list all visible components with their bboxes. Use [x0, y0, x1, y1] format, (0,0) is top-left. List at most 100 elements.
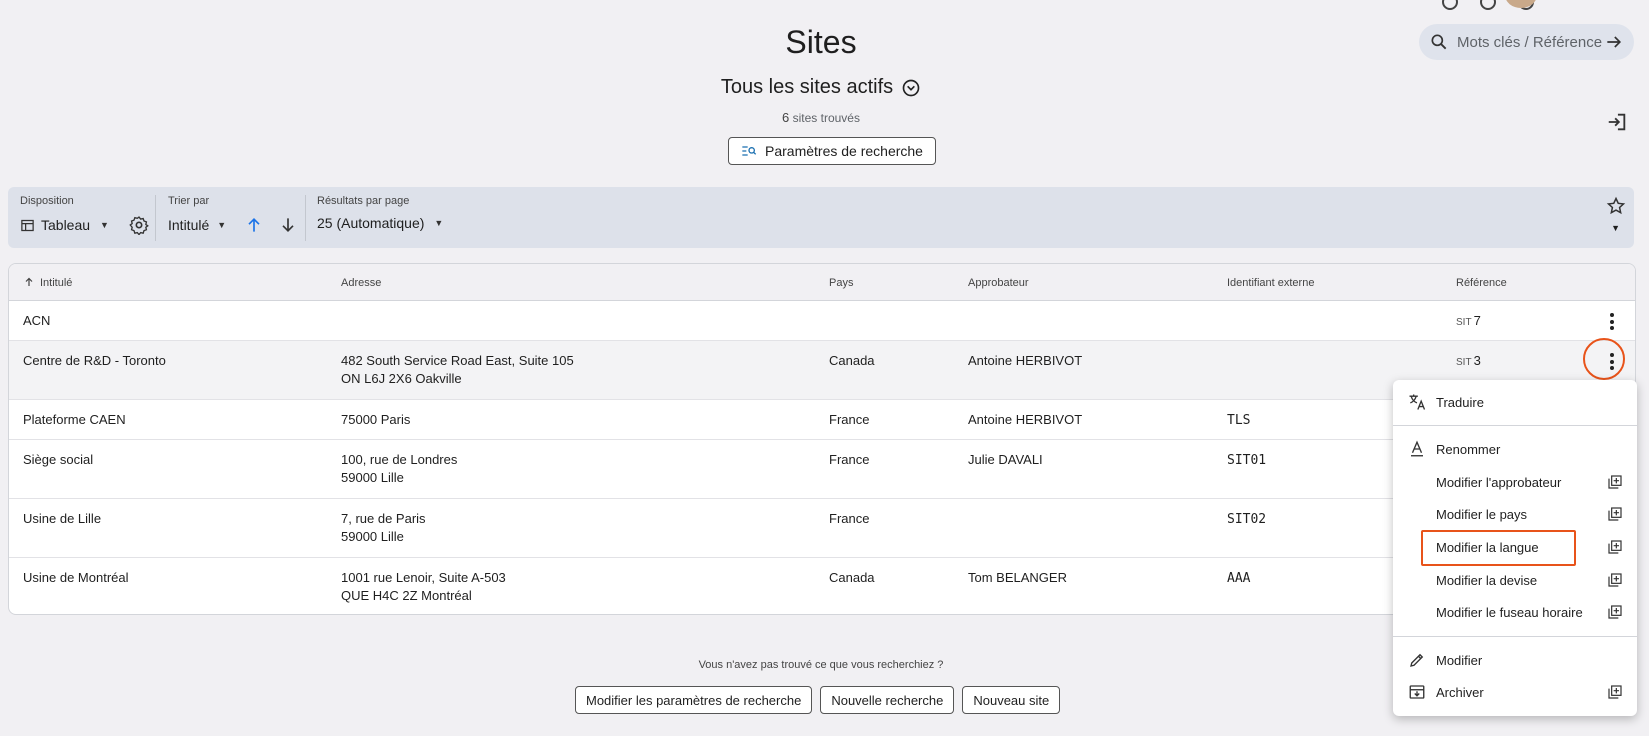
caret-down-icon: ▼ [217, 220, 227, 230]
site-address-line1: 7, rue de Paris [341, 511, 426, 526]
column-header-approver[interactable]: Approbateur [968, 277, 1029, 289]
result-count-text: sites trouvés [792, 111, 860, 125]
active-menu-trigger-highlight [1583, 338, 1625, 380]
caret-down-icon: ▼ [100, 220, 109, 230]
view-selector[interactable]: Tous les sites actifs [0, 76, 1642, 99]
menu-item-edit-country[interactable]: Modifier le pays [1393, 499, 1637, 529]
menu-item-archive[interactable]: Archiver [1393, 677, 1637, 707]
new-site-button[interactable]: Nouveau site [962, 686, 1061, 714]
menu-item-label: Archiver [1436, 684, 1484, 700]
sort-up-arrow-icon [25, 277, 33, 286]
menu-item-label: Traduire [1436, 394, 1484, 410]
table-row[interactable]: Siège social 100, rue de Londres 59000 L… [9, 440, 1635, 499]
table-row[interactable]: Centre de R&D - Toronto 482 South Servic… [9, 341, 1635, 400]
sort-ascending-icon[interactable] [244, 215, 264, 235]
sort-descending-icon[interactable] [278, 215, 298, 235]
reference-number: 3 [1473, 353, 1481, 368]
library-add-icon [1608, 507, 1622, 521]
site-reference: SIT 7 [1456, 312, 1481, 332]
column-header-external-id[interactable]: Identifiant externe [1227, 277, 1314, 289]
not-found-text: Vous n'avez pas trouvé ce que vous reche… [698, 659, 944, 671]
site-external-id: AAA [1227, 571, 1251, 586]
archive-icon [1406, 681, 1428, 703]
site-address-line1: 1001 rue Lenoir, Suite A-503 [341, 570, 506, 585]
site-name: Siège social [23, 452, 94, 467]
site-address-line1: 482 South Service Road East, Suite 105 [341, 353, 574, 368]
text-format-icon [1406, 438, 1428, 460]
notifications-icon[interactable] [1480, 0, 1496, 10]
site-address-line2: 59000 Lille [341, 470, 404, 485]
site-address-line2: 59000 Lille [341, 529, 404, 544]
toolbar-divider [305, 195, 306, 241]
reference-prefix: SIT [1456, 357, 1472, 368]
column-header-name[interactable]: Intitulé [40, 277, 72, 289]
site-name: Usine de Montréal [23, 570, 129, 585]
chevron-down-circle-icon[interactable] [901, 78, 921, 98]
site-approver: Antoine HERBIVOT [968, 412, 1083, 427]
layout-group: Disposition Tableau ▼ [20, 195, 149, 235]
results-select[interactable]: 25 (Automatique) ▼ [317, 215, 443, 231]
site-approver: Antoine HERBIVOT [968, 353, 1083, 368]
table-row[interactable]: Usine de Montréal 1001 rue Lenoir, Suite… [9, 558, 1635, 614]
site-country: Canada [829, 353, 875, 368]
menu-divider [1393, 425, 1637, 426]
help-icon[interactable] [1442, 0, 1458, 10]
more-vert-icon[interactable] [1610, 313, 1614, 333]
view-name: Tous les sites actifs [720, 76, 894, 98]
sort-select[interactable]: Intitulé ▼ [168, 217, 226, 233]
table-row[interactable]: ACN SIT 7 [9, 301, 1635, 341]
library-add-icon [1608, 540, 1622, 554]
reference-prefix: SIT [1456, 317, 1472, 328]
sort-label: Trier par [168, 195, 210, 207]
menu-item-translate[interactable]: Traduire [1393, 387, 1637, 417]
caret-down-icon: ▼ [434, 218, 444, 228]
site-address-line1: 75000 Paris [341, 412, 411, 427]
site-external-id: SIT02 [1227, 512, 1267, 527]
layout-select[interactable]: Tableau ▼ [20, 217, 109, 233]
site-country: France [829, 452, 870, 467]
site-name: Usine de Lille [23, 511, 102, 526]
list-toolbar: Disposition Tableau ▼ Trier par Intitulé… [8, 187, 1634, 248]
site-country: Canada [829, 570, 875, 585]
footer-actions: Modifier les paramètres de recherche Nou… [575, 686, 1061, 714]
menu-item-rename[interactable]: Renommer [1393, 434, 1637, 464]
library-add-icon [1608, 573, 1622, 587]
site-address-line1: 100, rue de Londres [341, 452, 458, 467]
table-header: Intitulé Adresse Pays Approbateur Identi… [9, 264, 1635, 301]
search-params-label: Paramètres de recherche [765, 143, 923, 159]
menu-item-edit-approver[interactable]: Modifier l'approbateur [1393, 467, 1637, 497]
site-name: Plateforme CAEN [23, 412, 126, 427]
column-header-reference[interactable]: Référence [1456, 277, 1507, 289]
search-params-button[interactable]: Paramètres de recherche [728, 137, 936, 165]
site-external-id: SIT01 [1227, 453, 1267, 468]
new-search-button[interactable]: Nouvelle recherche [820, 686, 955, 714]
edit-search-params-button[interactable]: Modifier les paramètres de recherche [575, 686, 813, 714]
menu-item-edit-timezone[interactable]: Modifier le fuseau horaire [1393, 597, 1637, 627]
layout-label: Disposition [20, 195, 74, 207]
menu-item-label: Modifier le fuseau horaire [1436, 604, 1583, 620]
site-name: ACN [23, 313, 51, 328]
results-group: Résultats par page 25 (Automatique) ▼ [317, 195, 443, 231]
result-count-number: 6 [782, 110, 790, 125]
library-add-icon [1608, 685, 1622, 699]
library-add-icon [1608, 605, 1622, 619]
menu-item-label: Renommer [1436, 441, 1501, 457]
site-country: France [829, 412, 870, 427]
table-row[interactable]: Usine de Lille 7, rue de Paris 59000 Lil… [9, 499, 1635, 558]
site-name: Centre de R&D - Toronto [23, 353, 166, 368]
site-reference: SIT 3 [1456, 352, 1481, 372]
menu-item-edit-currency[interactable]: Modifier la devise [1393, 565, 1637, 595]
layout-value: Tableau [41, 217, 91, 233]
table-row[interactable]: Plateforme CAEN 75000 Paris France Antoi… [9, 400, 1635, 440]
results-label: Résultats par page [317, 195, 410, 207]
result-count: 6 sites trouvés [0, 110, 1642, 125]
star-icon[interactable] [1606, 196, 1626, 216]
site-address-line2: ON L6J 2X6 Oakville [341, 371, 462, 386]
highlight-box [1421, 530, 1576, 566]
gear-icon[interactable] [129, 215, 149, 235]
site-approver: Julie DAVALI [968, 452, 1043, 467]
column-header-address[interactable]: Adresse [341, 277, 381, 289]
reference-number: 7 [1473, 313, 1481, 328]
column-header-country[interactable]: Pays [829, 277, 853, 289]
caret-down-icon[interactable]: ▼ [1611, 223, 1620, 233]
